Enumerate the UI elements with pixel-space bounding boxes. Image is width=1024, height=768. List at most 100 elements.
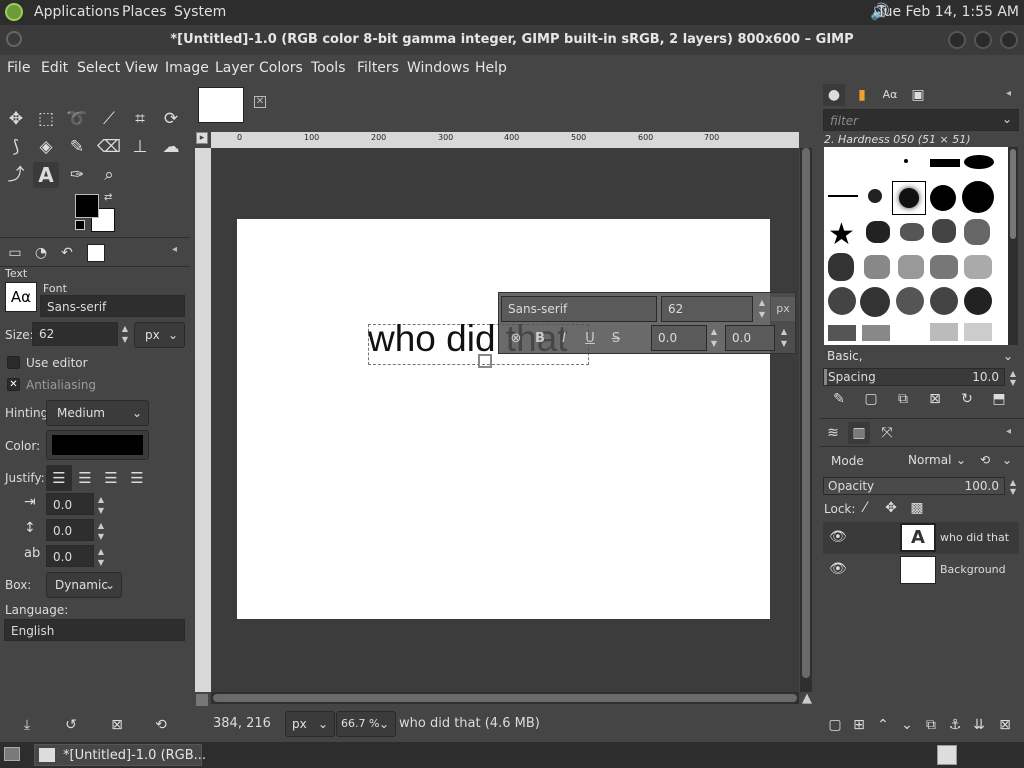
indent-field[interactable]: 0.0 — [46, 493, 94, 515]
menu-windows[interactable]: Windows — [407, 60, 470, 76]
close-image-tab-icon[interactable]: ✕ — [254, 96, 266, 108]
brush-item[interactable] — [866, 221, 890, 243]
lasso-tool-icon[interactable]: ➰ — [64, 106, 90, 132]
floating-size-increment-icon[interactable]: ▲ — [755, 297, 769, 308]
kerning-decrement-icon[interactable]: ▼ — [777, 338, 791, 349]
fuzzy-select-tool-icon[interactable]: ⟋ — [96, 106, 122, 132]
indent-increment-icon[interactable]: ▲ — [94, 494, 108, 505]
baseline-field[interactable]: 0.0 — [651, 325, 707, 351]
size-field[interactable]: 62 — [32, 322, 118, 346]
brush-item[interactable] — [828, 325, 856, 341]
kerning-increment-icon[interactable]: ▲ — [777, 326, 791, 337]
duplicate-layer-icon[interactable]: ⧉ — [920, 714, 942, 736]
brush-item[interactable] — [898, 255, 924, 279]
baseline-increment-icon[interactable]: ▲ — [707, 326, 721, 337]
menu-system[interactable]: System — [174, 4, 226, 20]
eye-icon[interactable]: 👁 — [829, 561, 847, 577]
opacity-slider[interactable]: Opacity 100.0 — [823, 477, 1005, 495]
brush-grid[interactable]: ★ — [824, 147, 1008, 345]
brush-item[interactable] — [868, 189, 882, 203]
menu-colors[interactable]: Colors — [259, 60, 303, 76]
foreground-color-swatch[interactable] — [75, 194, 99, 218]
strikethrough-icon[interactable]: S — [605, 328, 627, 350]
merge-layer-icon[interactable]: ⇊ — [968, 714, 990, 736]
new-brush-icon[interactable]: ▢ — [860, 388, 882, 410]
kerning-field[interactable]: 0.0 — [725, 325, 775, 351]
hinting-combo[interactable]: Medium ⌄ — [46, 400, 149, 426]
fonts-tab-icon[interactable]: Aα — [879, 84, 901, 106]
open-brush-as-image-icon[interactable]: ⬒ — [988, 388, 1010, 410]
floating-unit[interactable]: px — [771, 297, 795, 321]
taskbar-window-button[interactable]: *[Untitled]-1.0 (RGB... — [34, 744, 206, 766]
quick-mask-toggle[interactable]: ▸ — [196, 132, 208, 144]
menu-filters[interactable]: Filters — [357, 60, 399, 76]
layer-name[interactable]: Background — [940, 563, 1006, 576]
layers-panel-menu-icon[interactable]: ◂ — [1006, 426, 1011, 437]
opacity-decrement-icon[interactable]: ▼ — [1006, 486, 1020, 497]
clear-style-icon[interactable]: ⊗ — [505, 328, 527, 350]
window-menu-icon[interactable] — [6, 31, 22, 47]
size-increment-icon[interactable]: ▲ — [118, 323, 132, 334]
eye-icon[interactable]: 👁 — [829, 529, 847, 545]
spacing-decrement-icon[interactable]: ▼ — [1006, 377, 1020, 388]
bold-icon[interactable]: B — [529, 328, 551, 350]
maximize-icon[interactable] — [974, 31, 992, 49]
brush-item[interactable] — [964, 155, 994, 169]
refresh-brushes-icon[interactable]: ↻ — [956, 388, 978, 410]
font-preview[interactable]: Aα — [5, 282, 37, 312]
eraser-tool-icon[interactable]: ⌫ — [96, 134, 122, 160]
panel-menu-icon[interactable]: ◂ — [172, 244, 177, 255]
lock-alpha-icon[interactable]: ▩ — [906, 497, 928, 519]
brush-item-selected[interactable] — [892, 181, 926, 215]
menu-view[interactable]: View — [125, 60, 158, 76]
brush-grid-scrollbar[interactable] — [1008, 147, 1018, 345]
line-spacing-field[interactable]: 0.0 — [46, 519, 94, 541]
swap-colors-icon[interactable]: ⇄ — [104, 192, 112, 203]
lower-layer-icon[interactable]: ⌄ — [896, 714, 918, 736]
brush-item[interactable] — [964, 219, 990, 245]
menu-tools[interactable]: Tools — [311, 60, 346, 76]
window-titlebar[interactable]: *[Untitled]-1.0 (RGB color 8-bit gamma i… — [0, 25, 1024, 55]
tool-options-tab-icon[interactable]: ▭ — [2, 240, 28, 266]
paths-tool-icon[interactable]: ⤴ — [3, 162, 29, 188]
new-layer-icon[interactable]: ▢ — [824, 714, 846, 736]
brush-filter-input[interactable]: filter — [823, 109, 1019, 131]
layer-name[interactable]: who did that — [940, 531, 1009, 544]
brush-preset-combo[interactable]: Basic, ⌄ — [823, 347, 1019, 367]
zoom-toggle-icon[interactable] — [196, 694, 208, 706]
menu-image[interactable]: Image — [165, 60, 209, 76]
new-layer-group-icon[interactable]: ⊞ — [848, 714, 870, 736]
lock-position-icon[interactable]: ✥ — [880, 497, 902, 519]
brush-item[interactable] — [964, 287, 992, 315]
menu-applications[interactable]: Applications — [34, 4, 120, 20]
brush-item[interactable] — [862, 325, 890, 341]
edit-brush-icon[interactable]: ✎ — [828, 388, 850, 410]
paths-tab-icon[interactable]: ⤧ — [876, 422, 898, 444]
rect-select-tool-icon[interactable]: ⬚ — [33, 106, 59, 132]
layer-row[interactable]: 👁 Background — [823, 554, 1019, 586]
justify-left-button[interactable]: ☰ — [46, 465, 72, 491]
brushes-tab-icon[interactable]: ● — [823, 84, 845, 106]
language-field[interactable]: English — [4, 619, 185, 641]
size-decrement-icon[interactable]: ▼ — [118, 334, 132, 345]
letter-spacing-field[interactable]: 0.0 — [46, 545, 94, 567]
brush-item[interactable] — [828, 195, 858, 197]
floating-font-field[interactable]: Sans-serif — [501, 296, 657, 322]
unified-transform-tool-icon[interactable]: ⟳ — [158, 106, 184, 132]
menu-edit[interactable]: Edit — [41, 60, 68, 76]
brush-item[interactable] — [930, 255, 958, 279]
restore-options-icon[interactable]: ↺ — [58, 712, 84, 738]
images-tab-icon[interactable] — [87, 244, 105, 262]
menu-help[interactable]: Help — [475, 60, 507, 76]
close-icon[interactable] — [1000, 31, 1018, 49]
brush-item[interactable] — [930, 323, 958, 341]
horizontal-ruler[interactable]: 0 100 200 300 400 500 600 700 — [211, 132, 799, 148]
minimize-icon[interactable] — [948, 31, 966, 49]
patterns-tab-icon[interactable]: ▮ — [851, 84, 873, 106]
delete-layer-icon[interactable]: ⊠ — [994, 714, 1016, 736]
brush-item[interactable] — [860, 287, 890, 317]
delete-options-icon[interactable]: ⊠ — [104, 712, 130, 738]
justify-right-button[interactable]: ☰ — [72, 465, 98, 491]
letter-spacing-increment-icon[interactable]: ▲ — [94, 546, 108, 557]
document-history-tab-icon[interactable]: ▣ — [907, 84, 929, 106]
